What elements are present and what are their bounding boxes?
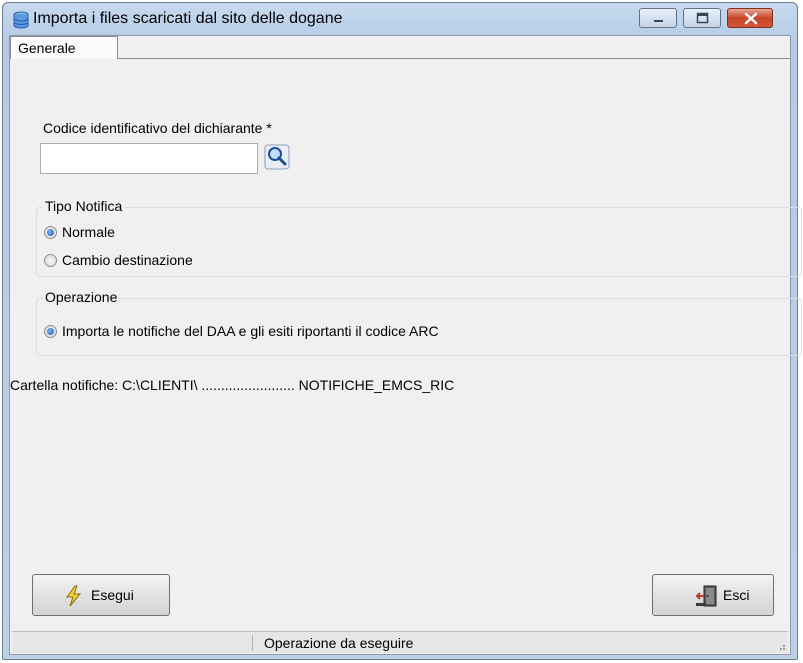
esci-button[interactable]: Esci xyxy=(652,574,774,616)
minimize-button[interactable] xyxy=(639,8,677,28)
maximize-button[interactable] xyxy=(683,8,721,28)
resize-grip-icon[interactable] xyxy=(776,641,786,651)
tab-divider xyxy=(117,58,790,59)
close-icon xyxy=(744,12,758,25)
esegui-button[interactable]: Esegui xyxy=(32,574,170,616)
window-title: Importa i files scaricati dal sito delle… xyxy=(33,10,343,27)
radio-normale-label[interactable]: Normale xyxy=(62,224,115,240)
close-button[interactable] xyxy=(727,8,773,28)
status-bar: Operazione da eseguire xyxy=(12,631,788,653)
operazione-legend: Operazione xyxy=(43,289,120,305)
radio-cambio-destinazione-label[interactable]: Cambio destinazione xyxy=(62,252,193,268)
esci-label: Esci xyxy=(723,587,750,603)
tab-generale[interactable]: Generale xyxy=(10,36,118,59)
dichiarante-input[interactable] xyxy=(40,143,258,174)
client-area: Generale Codice identificativo del dichi… xyxy=(9,35,802,655)
database-icon xyxy=(13,11,29,29)
minimize-icon xyxy=(654,20,663,22)
search-button[interactable] xyxy=(264,144,290,170)
title-bar[interactable]: Importa i files scaricati dal sito delle… xyxy=(3,3,797,35)
status-separator xyxy=(252,635,253,651)
exit-door-icon xyxy=(695,585,717,607)
tab-label: Generale xyxy=(18,40,76,56)
radio-normale[interactable] xyxy=(44,226,57,239)
magnifier-icon xyxy=(264,144,290,170)
lightning-icon xyxy=(66,585,82,607)
radio-cambio-destinazione[interactable] xyxy=(44,254,57,267)
maximize-icon xyxy=(696,12,709,24)
radio-importa-notifiche-label[interactable]: Importa le notifiche del DAA e gli esiti… xyxy=(62,323,439,339)
radio-importa-notifiche[interactable] xyxy=(44,325,57,338)
dichiarante-label: Codice identificativo del dichiarante * xyxy=(43,120,272,136)
tipo-notifica-legend: Tipo Notifica xyxy=(43,198,125,214)
cartella-notifiche-text: Cartella notifiche: C:\CLIENTI\ ........… xyxy=(10,377,455,393)
dialog-window: Importa i files scaricati dal sito delle… xyxy=(2,2,802,660)
status-text: Operazione da eseguire xyxy=(264,635,414,651)
esegui-label: Esegui xyxy=(91,587,134,603)
